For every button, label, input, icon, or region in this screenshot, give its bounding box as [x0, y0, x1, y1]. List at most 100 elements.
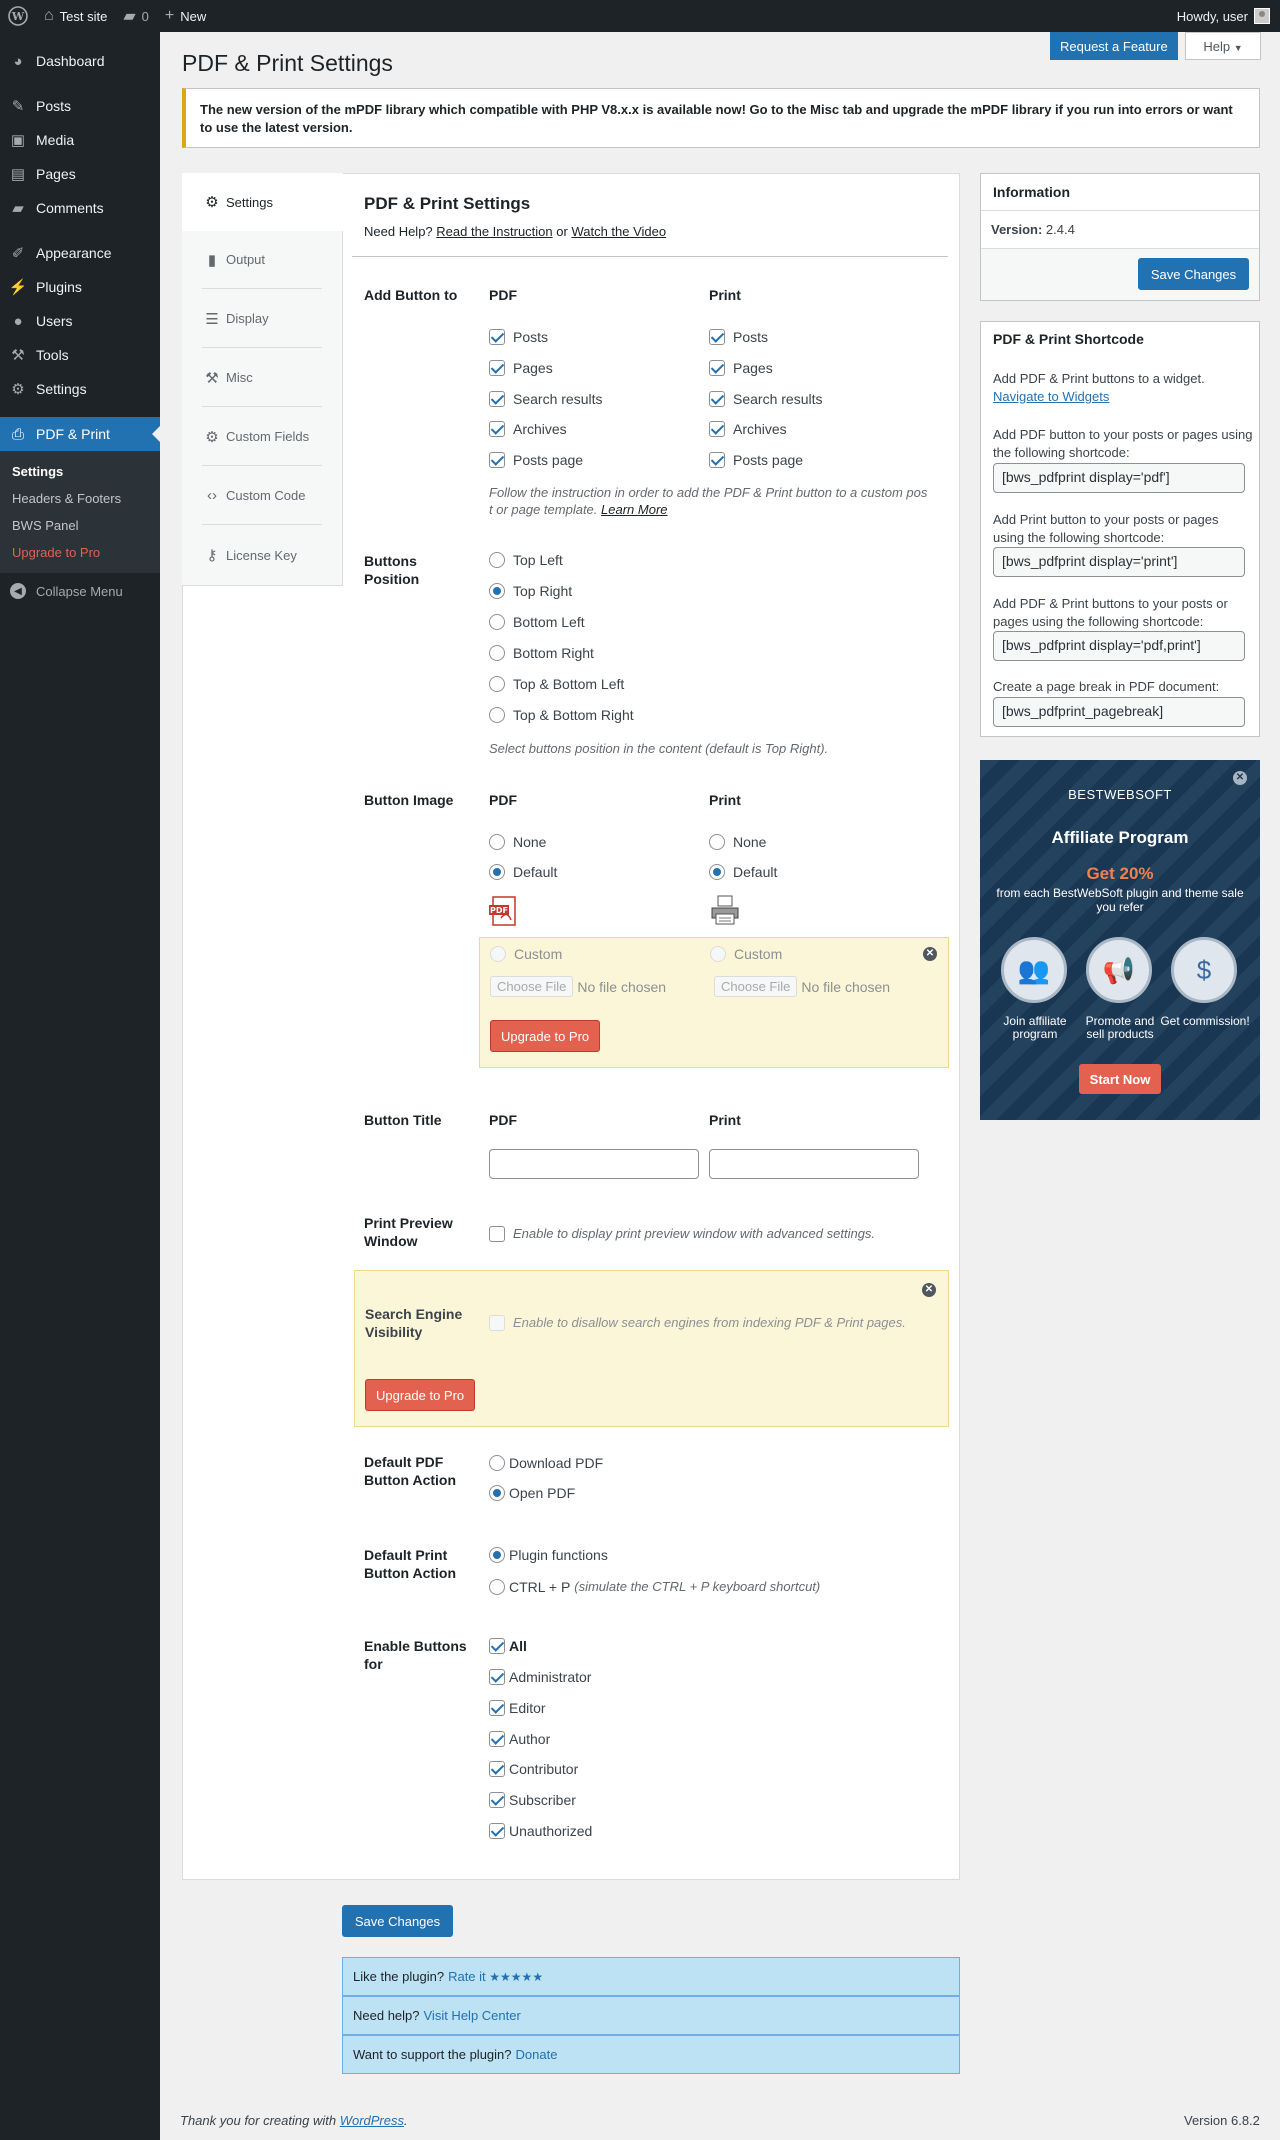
pdf-pages-checkbox[interactable]: Pages	[489, 360, 553, 376]
comments-link[interactable]: ▰ 0	[115, 0, 157, 32]
help-center-row: Need help? Visit Help Center	[342, 1996, 960, 2035]
role-all-checkbox[interactable]: All	[489, 1638, 527, 1654]
tab-custom-fields[interactable]: ⚙ Custom Fields	[202, 408, 322, 466]
help-button[interactable]: Help ▼	[1185, 32, 1261, 60]
role-unauthorized-checkbox[interactable]: Unauthorized	[489, 1823, 592, 1839]
tab-output[interactable]: ▮ Output	[202, 231, 322, 289]
print-posts-checkbox[interactable]: Posts	[709, 329, 768, 345]
rate-it-link[interactable]: Rate it ★★★★★	[448, 1969, 543, 1984]
pages-icon: ▤	[10, 166, 26, 183]
watch-video-link[interactable]: Watch the Video	[571, 224, 666, 239]
collapse-menu-button[interactable]: ◀ Collapse Menu	[0, 573, 160, 609]
sidebar-item-media[interactable]: ▣ Media	[0, 123, 160, 157]
open-pdf-radio[interactable]: Open PDF	[489, 1485, 575, 1501]
shortcode-box: PDF & Print Shortcode Add PDF & Print bu…	[980, 321, 1260, 737]
affiliate-title: Affiliate Program	[1051, 828, 1189, 847]
submenu-item-headers-footers[interactable]: Headers & Footers	[0, 485, 160, 512]
new-content-link[interactable]: + New	[157, 0, 214, 32]
sidebar-item-dashboard[interactable]: ◕ Dashboard	[0, 44, 160, 78]
submenu-item-bws-panel[interactable]: BWS Panel	[0, 512, 160, 539]
print-image-default-radio[interactable]: Default	[709, 864, 777, 880]
print-archives-checkbox[interactable]: Archives	[709, 421, 787, 437]
submenu-item-settings[interactable]: Settings	[0, 458, 160, 485]
role-administrator-checkbox[interactable]: Administrator	[489, 1669, 591, 1685]
save-changes-button[interactable]: Save Changes	[342, 1905, 453, 1937]
sidebar-item-tools[interactable]: ⚒ Tools	[0, 338, 160, 372]
position-top-right-radio[interactable]: Top Right	[489, 583, 572, 599]
start-now-button[interactable]: Start Now	[1079, 1064, 1161, 1094]
pagebreak-text: Create a page break in PDF document:	[993, 679, 1220, 694]
account-menu[interactable]: Howdy, user	[1169, 0, 1280, 32]
print-search-results-checkbox[interactable]: Search results	[709, 391, 822, 407]
printer-icon	[709, 894, 741, 926]
download-pdf-radio[interactable]: Download PDF	[489, 1455, 603, 1471]
both-shortcode-input[interactable]: [bws_pdfprint display='pdf,print']	[993, 631, 1245, 661]
sidebar-item-pdf-print[interactable]: ⎙ PDF & Print	[0, 417, 160, 451]
read-instruction-link[interactable]: Read the Instruction	[436, 224, 552, 239]
pagebreak-shortcode-input[interactable]: [bws_pdfprint_pagebreak]	[993, 697, 1245, 727]
sidebar-item-appearance[interactable]: ✐ Appearance	[0, 236, 160, 270]
help-center-link[interactable]: Visit Help Center	[424, 2008, 521, 2023]
position-top-left-radio[interactable]: Top Left	[489, 552, 563, 568]
step-commission: Get commission!	[1160, 1014, 1250, 1028]
buttons-position-label: Buttons Position	[364, 553, 420, 587]
sidebar-item-users[interactable]: ● Users	[0, 304, 160, 338]
role-editor-checkbox[interactable]: Editor	[489, 1700, 546, 1716]
learn-more-link[interactable]: Learn More	[601, 502, 667, 517]
role-author-checkbox[interactable]: Author	[489, 1731, 550, 1747]
upgrade-pro-button[interactable]: Upgrade to Pro	[490, 1020, 601, 1052]
sidebar-item-posts[interactable]: ✎ Posts	[0, 89, 160, 123]
wordpress-link[interactable]: WordPress	[340, 2113, 404, 2128]
pdf-archives-checkbox[interactable]: Archives	[489, 421, 567, 437]
ctrl-p-radio[interactable]: CTRL + P (simulate the CTRL + P keyboard…	[489, 1578, 820, 1595]
save-changes-button[interactable]: Save Changes	[1138, 258, 1249, 290]
settings-title: PDF & Print Settings	[364, 194, 531, 213]
position-top-bottom-left-radio[interactable]: Top & Bottom Left	[489, 676, 624, 692]
role-contributor-checkbox[interactable]: Contributor	[489, 1761, 578, 1777]
print-pages-checkbox[interactable]: Pages	[709, 360, 773, 376]
admin-bar: W ⌂ Test site ▰ 0 + New Howdy, user	[0, 0, 1280, 32]
sidebar-item-comments[interactable]: ▰ Comments	[0, 191, 160, 225]
position-top-bottom-right-radio[interactable]: Top & Bottom Right	[489, 707, 634, 723]
pdf-posts-checkbox[interactable]: Posts	[489, 329, 548, 345]
donate-link[interactable]: Donate	[516, 2047, 558, 2062]
footer-thanks: Thank you for creating with WordPress.	[180, 2113, 408, 2128]
pdf-search-results-checkbox[interactable]: Search results	[489, 391, 602, 407]
print-preview-checkbox[interactable]: Enable to display print preview window w…	[489, 1225, 875, 1242]
pdf-title-input[interactable]	[489, 1149, 699, 1179]
printer-icon: ⎙	[11, 425, 24, 443]
pdf-posts-page-checkbox[interactable]: Posts page	[489, 452, 583, 468]
tab-license-key[interactable]: ⚷ License Key	[202, 526, 322, 584]
position-bottom-right-radio[interactable]: Bottom Right	[489, 645, 594, 661]
settings-icon: ⚙	[11, 381, 25, 398]
navigate-widgets-link[interactable]: Navigate to Widgets	[993, 389, 1109, 404]
upgrade-pro-button[interactable]: Upgrade to Pro	[365, 1379, 476, 1411]
close-icon[interactable]: ✕	[922, 1283, 936, 1297]
settings-tabs: ⚙ Settings ▮ Output ☰ Display ⚒ Misc ⚙ Custom…	[182, 173, 343, 586]
tab-misc[interactable]: ⚒ Misc	[202, 349, 322, 407]
pdf-image-none-radio[interactable]: None	[489, 834, 546, 850]
affiliate-banner: ✕ BESTWEBSOFT Affiliate Program Get 20% …	[980, 760, 1260, 1120]
position-bottom-left-radio[interactable]: Bottom Left	[489, 614, 585, 630]
sidebar-item-plugins[interactable]: ⚡ Plugins	[0, 270, 160, 304]
submenu-item-upgrade[interactable]: Upgrade to Pro	[0, 539, 160, 566]
sidebar-item-settings[interactable]: ⚙ Settings	[0, 372, 160, 406]
pdf-image-default-radio[interactable]: Default	[489, 864, 557, 880]
custom-image-pro-box: ✕ Custom Custom Choose File No file chose…	[479, 937, 949, 1068]
print-posts-page-checkbox[interactable]: Posts page	[709, 452, 803, 468]
site-name-link[interactable]: ⌂ Test site	[36, 0, 115, 32]
sidebar-item-pages[interactable]: ▤ Pages	[0, 157, 160, 191]
print-image-none-radio[interactable]: None	[709, 834, 766, 850]
print-shortcode-input[interactable]: [bws_pdfprint display='print']	[993, 547, 1245, 577]
close-icon[interactable]: ✕	[923, 947, 937, 961]
pdf-shortcode-input[interactable]: [bws_pdfprint display='pdf']	[993, 463, 1245, 493]
close-icon[interactable]: ✕	[1233, 771, 1247, 785]
plugin-functions-radio[interactable]: Plugin functions	[489, 1547, 608, 1563]
request-feature-button[interactable]: Request a Feature	[1050, 32, 1178, 60]
role-subscriber-checkbox[interactable]: Subscriber	[489, 1792, 576, 1808]
wordpress-logo-icon[interactable]: W	[0, 0, 36, 32]
tab-custom-code[interactable]: ‹› Custom Code	[202, 467, 322, 525]
tab-display[interactable]: ☰ Display	[202, 290, 322, 348]
tab-settings[interactable]: ⚙ Settings	[182, 173, 343, 231]
print-title-input[interactable]	[709, 1149, 919, 1179]
